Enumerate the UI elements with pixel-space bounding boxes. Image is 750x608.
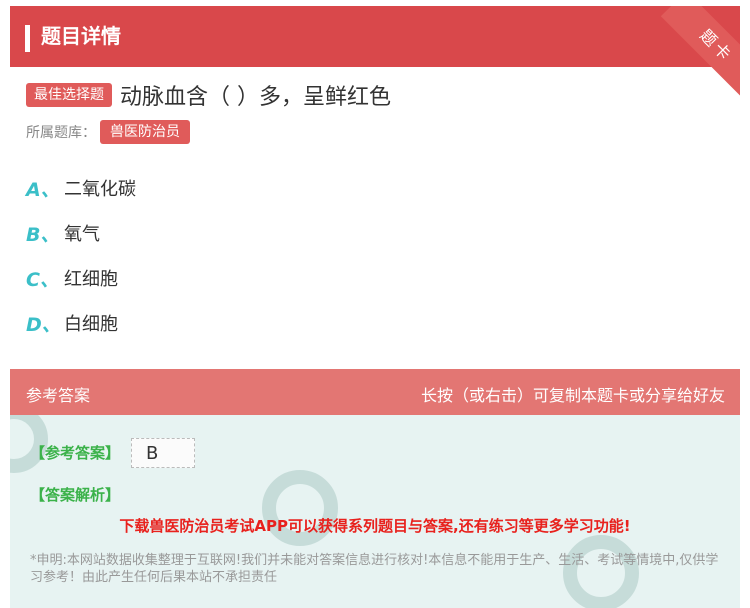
- option-a[interactable]: A、 二氧化碳: [26, 175, 136, 201]
- header-bar: 题目详情 题卡: [10, 6, 740, 96]
- option-letter: B、: [26, 223, 60, 246]
- option-d[interactable]: D、 白细胞: [26, 310, 118, 336]
- option-text: 红细胞: [64, 269, 118, 290]
- option-text: 二氧化碳: [64, 179, 136, 200]
- question-text: 动脉血含（ ）多，呈鲜红色: [120, 85, 391, 110]
- header-accent: [25, 25, 30, 52]
- app-promo[interactable]: 下载兽医防治员考试APP可以获得系列题目与答案,还有练习等更多学习功能!: [10, 515, 740, 536]
- option-text: 氧气: [64, 224, 100, 245]
- option-text: 白细胞: [64, 314, 118, 335]
- copy-hint: 长按（或右击）可复制本题卡或分享给好友: [420, 386, 725, 405]
- answer-body: 【参考答案】 B 【答案解析】 下载兽医防治员考试APP可以获得系列题目与答案,…: [10, 415, 740, 608]
- disclaimer: *申明:本网站数据收集整理于互联网!我们并未能对答案信息进行核对!本信息不能用于…: [30, 553, 719, 585]
- answer-section-title: 参考答案: [26, 386, 91, 405]
- option-letter: D、: [26, 313, 61, 336]
- corner-badge: 题卡: [650, 6, 740, 96]
- reference-answer-value: B: [131, 438, 195, 468]
- explanation-label: 【答案解析】: [30, 486, 121, 504]
- reference-answer-label: 【参考答案】: [30, 444, 121, 462]
- option-c[interactable]: C、 红细胞: [26, 265, 118, 291]
- corner-label: 题卡: [660, 6, 740, 96]
- question-type-tag: 最佳选择题: [26, 83, 112, 107]
- bank-tag[interactable]: 兽医防治员: [100, 120, 190, 144]
- option-letter: C、: [26, 268, 59, 291]
- page-title: 题目详情: [41, 24, 121, 48]
- bank-label: 所属题库：: [26, 125, 96, 141]
- option-letter: A、: [26, 178, 60, 201]
- question-row: 最佳选择题 动脉血含（ ）多，呈鲜红色: [26, 80, 391, 110]
- bank-row: 所属题库： 兽医防治员: [26, 120, 190, 144]
- answer-header: 参考答案 长按（或右击）可复制本题卡或分享给好友: [10, 369, 740, 415]
- option-b[interactable]: B、 氧气: [26, 220, 100, 246]
